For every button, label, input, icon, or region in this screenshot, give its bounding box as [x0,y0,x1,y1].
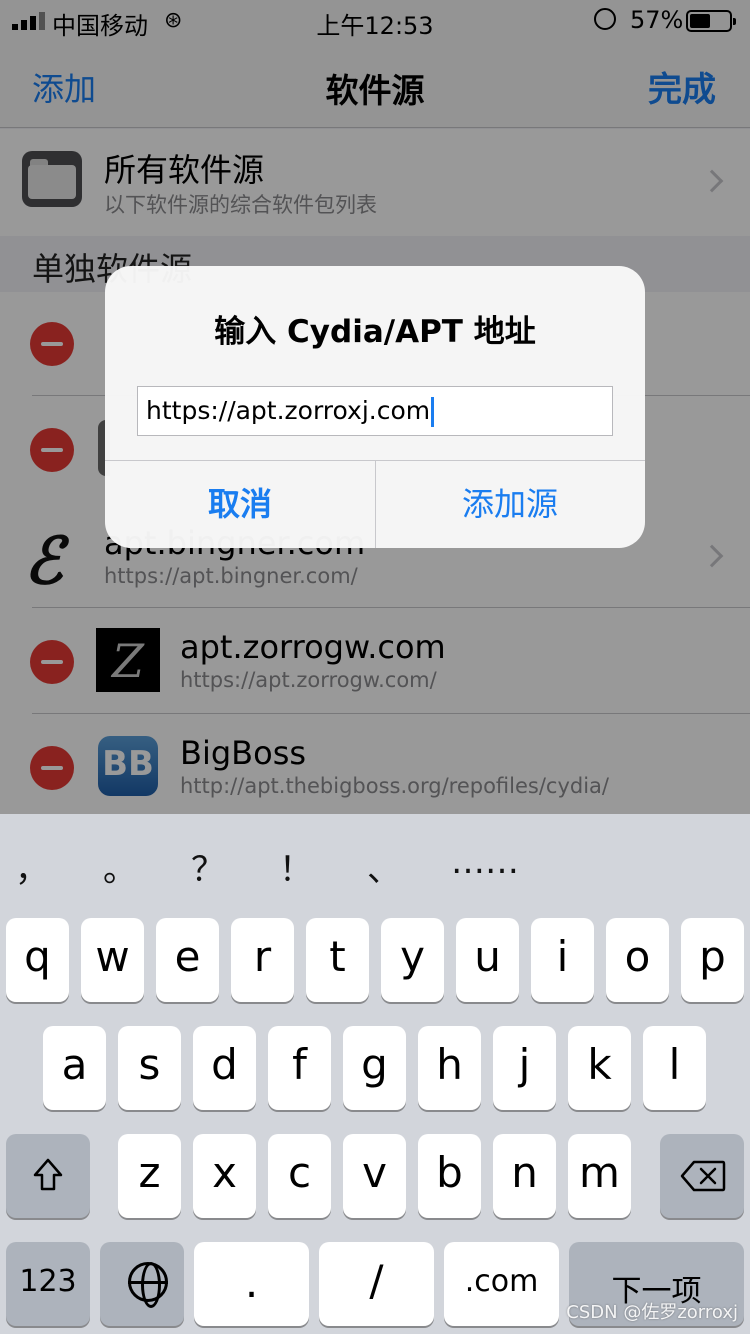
key-j[interactable]: j [493,1026,556,1110]
shift-key[interactable] [6,1134,90,1218]
key-a[interactable]: a [43,1026,106,1110]
suggestion-comma[interactable]: ， [2,842,62,891]
key-m[interactable]: m [568,1134,631,1218]
key-n[interactable]: n [493,1134,556,1218]
key-e[interactable]: e [156,918,219,1002]
key-v[interactable]: v [343,1134,406,1218]
slash-key[interactable]: / [319,1242,434,1326]
shift-arrow-icon [33,1158,63,1191]
globe-icon [128,1262,168,1308]
key-w[interactable]: w [81,918,144,1002]
key-l[interactable]: l [643,1026,706,1110]
key-y[interactable]: y [381,918,444,1002]
suggestion-exclamation[interactable]: ！ [266,842,326,891]
key-p[interactable]: p [681,918,744,1002]
key-c[interactable]: c [268,1134,331,1218]
cancel-button[interactable]: 取消 [105,460,375,548]
suggestion-period[interactable]: 。 [90,842,150,891]
text-caret [431,397,435,427]
dialog-title: 输入 Cydia/APT 地址 [214,314,536,350]
key-b[interactable]: b [418,1134,481,1218]
numbers-key[interactable]: 123 [6,1242,90,1326]
key-h[interactable]: h [418,1026,481,1110]
key-d[interactable]: d [193,1026,256,1110]
watermark: CSDN @佐罗zorroxj [566,1302,738,1323]
backspace-icon [680,1160,726,1192]
key-r[interactable]: r [231,918,294,1002]
key-s[interactable]: s [118,1026,181,1110]
source-url-input[interactable]: https://apt.zorroxj.com [137,386,613,436]
key-u[interactable]: u [456,918,519,1002]
key-i[interactable]: i [531,918,594,1002]
add-source-button[interactable]: 添加源 [375,460,645,548]
dotcom-key[interactable]: .com [444,1242,559,1326]
dot-key[interactable]: . [194,1242,309,1326]
key-t[interactable]: t [306,918,369,1002]
key-o[interactable]: o [606,918,669,1002]
globe-key[interactable] [100,1242,184,1326]
suggestion-enumeration-comma[interactable]: 、 [354,842,414,891]
key-x[interactable]: x [193,1134,256,1218]
key-z[interactable]: z [118,1134,181,1218]
key-g[interactable]: g [343,1026,406,1110]
key-q[interactable]: q [6,918,69,1002]
key-f[interactable]: f [268,1026,331,1110]
key-k[interactable]: k [568,1026,631,1110]
add-source-dialog: 输入 Cydia/APT 地址 https://apt.zorroxj.com … [105,266,645,548]
suggestion-question[interactable]: ？ [178,842,238,891]
delete-key[interactable] [660,1134,744,1218]
suggestion-ellipsis[interactable]: …… [440,842,530,882]
keyboard: ， 。 ？ ！ 、 …… q w e r t y u i o p a s d f… [0,814,750,1334]
